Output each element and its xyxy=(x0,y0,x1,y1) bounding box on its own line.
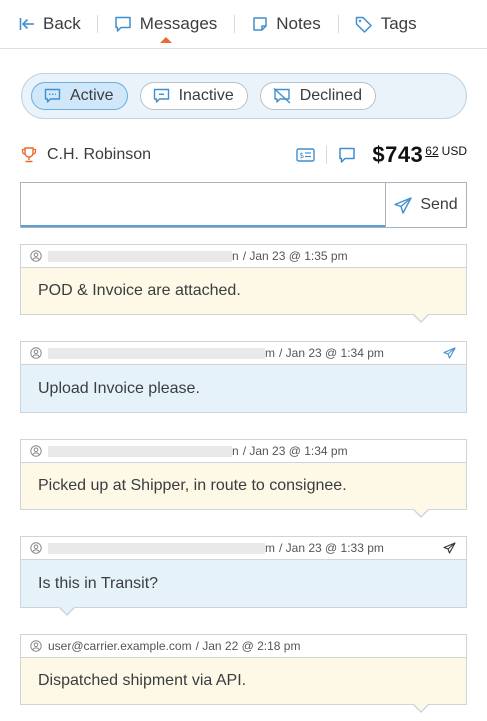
tab-tags-label: Tags xyxy=(380,14,417,33)
redacted-sender xyxy=(48,347,265,359)
sender-email: user@carrier.example.com xyxy=(48,639,192,653)
compose-bar: Send xyxy=(20,182,467,228)
message-minus-icon xyxy=(153,88,169,103)
message-timestamp: / Jan 23 @ 1:34 pm xyxy=(242,444,348,458)
tab-notes[interactable]: Notes xyxy=(235,0,337,48)
tab-tags[interactable]: Tags xyxy=(339,0,417,48)
bubble-tail xyxy=(58,606,76,616)
trophy-icon xyxy=(21,147,37,163)
filter-declined-label: Declined xyxy=(299,87,362,104)
message-body: Upload Invoice please. xyxy=(20,364,467,413)
filter-inactive-label: Inactive xyxy=(178,87,234,104)
message-body: POD & Invoice are attached. xyxy=(20,267,467,323)
sender-suffix: n xyxy=(232,444,239,458)
filter-inactive-button[interactable]: Inactive xyxy=(139,82,248,110)
tag-icon xyxy=(355,16,372,33)
price-dollars: $743 xyxy=(372,142,424,167)
message-off-icon xyxy=(273,88,291,104)
message-body: Picked up at Shipper, in route to consig… xyxy=(20,462,467,518)
send-icon xyxy=(394,196,413,214)
back-button[interactable]: Back xyxy=(0,0,97,48)
message-dots-icon xyxy=(44,88,61,103)
message-item: n / Jan 23 @ 1:35 pm POD & Invoice are a… xyxy=(20,244,467,323)
user-icon xyxy=(30,640,42,652)
message-text: Is this in Transit? xyxy=(38,574,159,592)
message-header: m / Jan 23 @ 1:33 pm xyxy=(20,536,467,559)
message-timestamp: / Jan 23 @ 1:33 pm xyxy=(279,541,384,555)
message-text: Dispatched shipment via API. xyxy=(38,672,247,689)
filter-active-button[interactable]: Active xyxy=(31,82,128,110)
price-cents: 62 xyxy=(425,144,439,158)
top-nav: Back Messages Notes Tags xyxy=(0,0,487,49)
bubble-tail xyxy=(412,508,430,518)
message-timestamp: / Jan 23 @ 1:35 pm xyxy=(242,249,348,263)
message-item: n / Jan 23 @ 1:34 pm Picked up at Shippe… xyxy=(20,439,467,518)
user-icon xyxy=(30,250,42,262)
user-icon xyxy=(30,542,42,554)
status-filter-bar: Active Inactive Declined xyxy=(21,73,467,119)
message-text: POD & Invoice are attached. xyxy=(38,282,241,299)
carrier-name: C.H. Robinson xyxy=(47,146,152,163)
back-arrow-icon xyxy=(19,18,34,30)
carrier-actions: $ $743 62 USD xyxy=(296,140,467,170)
redacted-sender xyxy=(48,445,232,457)
message-body: Dispatched shipment via API. xyxy=(20,657,467,713)
active-tab-indicator xyxy=(160,37,173,43)
filter-active-label: Active xyxy=(70,87,114,104)
price: $743 62 USD xyxy=(372,142,467,168)
message-item: user@carrier.example.com / Jan 22 @ 2:18… xyxy=(20,634,467,713)
message-item: m / Jan 23 @ 1:33 pm Is this in Transit? xyxy=(20,536,467,616)
tab-messages-label: Messages xyxy=(139,14,218,33)
redacted-sender xyxy=(48,542,265,554)
svg-text:$: $ xyxy=(300,151,305,160)
chat-icon[interactable] xyxy=(338,147,356,164)
send-button[interactable]: Send xyxy=(385,183,466,227)
bubble-tail xyxy=(412,703,430,713)
message-timestamp: / Jan 23 @ 1:34 pm xyxy=(279,346,384,360)
message-text: Picked up at Shipper, in route to consig… xyxy=(38,477,347,494)
user-icon xyxy=(30,445,42,457)
message-bubble-icon xyxy=(115,16,131,32)
note-icon xyxy=(253,17,268,31)
rate-card-icon[interactable]: $ xyxy=(296,148,316,162)
message-body: Is this in Transit? xyxy=(20,559,467,616)
carrier-row: C.H. Robinson $ $743 62 USD xyxy=(20,140,467,170)
message-input[interactable] xyxy=(21,183,385,227)
message-timestamp: / Jan 22 @ 2:18 pm xyxy=(195,639,301,653)
message-header: user@carrier.example.com / Jan 22 @ 2:18… xyxy=(20,634,467,657)
message-text: Upload Invoice please. xyxy=(38,379,200,397)
tab-notes-label: Notes xyxy=(276,14,321,33)
message-header: m / Jan 23 @ 1:34 pm xyxy=(20,341,467,364)
message-header: n / Jan 23 @ 1:35 pm xyxy=(20,244,467,267)
message-item: m / Jan 23 @ 1:34 pm Upload Invoice plea… xyxy=(20,341,467,413)
user-icon xyxy=(30,347,42,359)
sent-icon xyxy=(443,347,456,359)
message-header: n / Jan 23 @ 1:34 pm xyxy=(20,439,467,462)
price-currency: USD xyxy=(441,144,467,158)
back-label: Back xyxy=(43,14,81,33)
sent-icon xyxy=(443,542,456,554)
sender-suffix: n xyxy=(232,249,239,263)
carrier-divider xyxy=(326,146,328,164)
send-label: Send xyxy=(420,196,458,213)
sender-suffix: m xyxy=(265,346,275,360)
redacted-sender xyxy=(48,250,232,262)
bubble-tail xyxy=(412,313,430,323)
filter-declined-button[interactable]: Declined xyxy=(259,82,376,110)
sender-suffix: m xyxy=(265,541,275,555)
tab-messages[interactable]: Messages xyxy=(98,0,234,48)
